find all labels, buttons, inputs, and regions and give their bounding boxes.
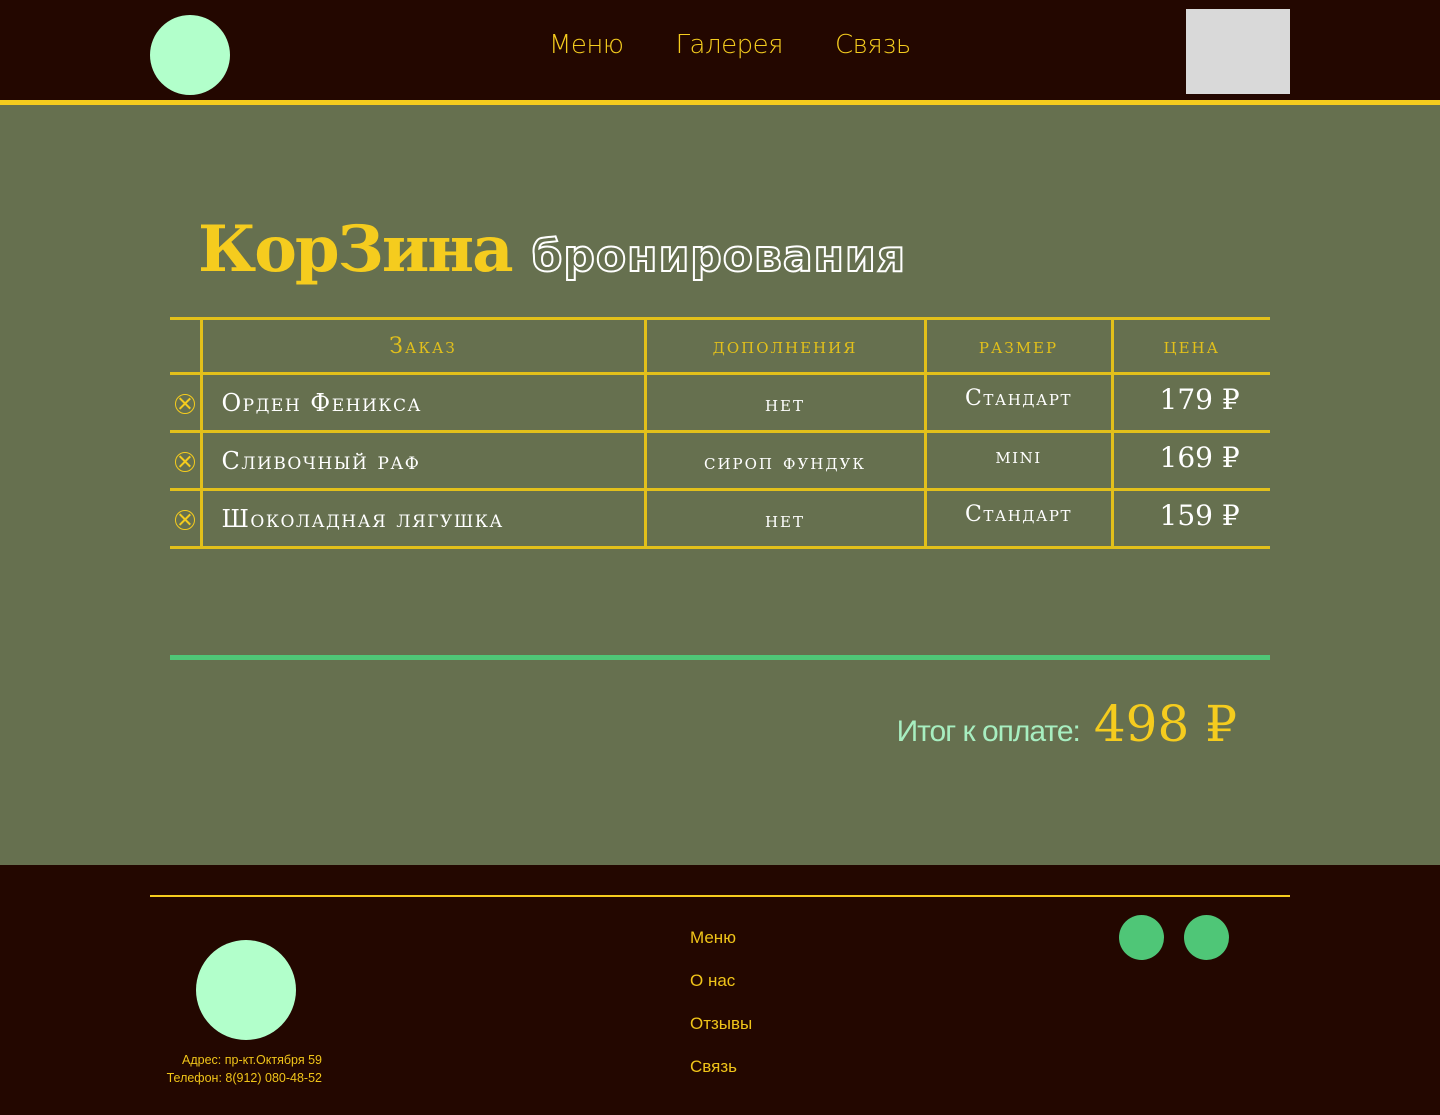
nav-contact-link[interactable]: Связь <box>835 30 911 60</box>
remove-icon[interactable] <box>174 451 195 472</box>
nav-gallery-link[interactable]: Галерея <box>676 30 784 60</box>
footer-phone: Телефон: 8(912) 080-48-52 <box>166 1071 322 1085</box>
footer-nav-menu[interactable]: Меню <box>690 927 752 948</box>
nav-menu-link[interactable]: Меню <box>549 30 624 60</box>
footer-nav-about[interactable]: О нас <box>690 970 752 991</box>
header-order: Заказ <box>199 317 645 375</box>
remove-button[interactable] <box>170 372 201 433</box>
footer-nav-reviews[interactable]: Отзывы <box>690 1013 752 1034</box>
item-additions: нет <box>643 372 925 433</box>
footer-nav-contact[interactable]: Связь <box>690 1056 752 1077</box>
social-icon-1[interactable] <box>1119 915 1164 960</box>
header: Меню Галерея Связь <box>0 0 1440 100</box>
footer-logo[interactable] <box>196 940 296 1040</box>
footer-nav: Меню О нас Отзывы Связь <box>690 927 752 1077</box>
item-price: 179 ₽ <box>1110 372 1270 433</box>
total-divider <box>170 655 1270 660</box>
social-icon-2[interactable] <box>1184 915 1229 960</box>
page-title: КорЗина бронирования <box>198 212 906 287</box>
item-name: Сливочный раф <box>199 430 645 491</box>
remove-icon[interactable] <box>174 509 195 530</box>
remove-button[interactable] <box>170 488 201 549</box>
cart-placeholder[interactable] <box>1186 9 1290 94</box>
table-row: Орден Феникса нет Стандарт 179 ₽ <box>170 372 1270 433</box>
footer-address: Адрес: пр-кт.Октября 59 <box>182 1053 322 1067</box>
item-name: Орден Феникса <box>199 372 645 433</box>
table-header-row: Заказ дополнения размер цена <box>170 317 1270 375</box>
page-title-sub: бронирования <box>531 230 907 283</box>
footer-divider <box>150 895 1290 897</box>
logo[interactable] <box>150 15 230 95</box>
item-additions: сироп фундук <box>643 430 925 491</box>
remove-icon[interactable] <box>174 393 195 414</box>
header-size: размер <box>923 317 1112 375</box>
page-title-main: КорЗина <box>198 212 514 287</box>
header-divider <box>0 100 1440 105</box>
header-price: цена <box>1110 317 1270 375</box>
header-remove-col <box>170 317 201 375</box>
remove-button[interactable] <box>170 430 201 491</box>
table-row: Шоколадная лягушка нет Стандарт 159 ₽ <box>170 488 1270 549</box>
total-label: Итог к оплате: <box>896 715 1081 748</box>
main-nav: Меню Галерея Связь <box>549 30 911 60</box>
table-row: Сливочный раф сироп фундук mini 169 ₽ <box>170 430 1270 491</box>
item-size: mini <box>923 430 1112 491</box>
footer: Адрес: пр-кт.Октября 59 Телефон: 8(912) … <box>0 865 1440 1115</box>
footer-contacts: Адрес: пр-кт.Октября 59 Телефон: 8(912) … <box>150 1051 322 1087</box>
item-size: Стандарт <box>923 372 1112 433</box>
item-price: 169 ₽ <box>1110 430 1270 491</box>
item-size: Стандарт <box>923 488 1112 549</box>
header-additions: дополнения <box>643 317 925 375</box>
item-name: Шоколадная лягушка <box>199 488 645 549</box>
total-value: 498 ₽ <box>1093 695 1237 753</box>
item-price: 159 ₽ <box>1110 488 1270 549</box>
item-additions: нет <box>643 488 925 549</box>
cart-table: Заказ дополнения размер цена Орден Феник… <box>170 317 1270 549</box>
total-section: Итог к оплате: 498 ₽ <box>897 695 1237 753</box>
